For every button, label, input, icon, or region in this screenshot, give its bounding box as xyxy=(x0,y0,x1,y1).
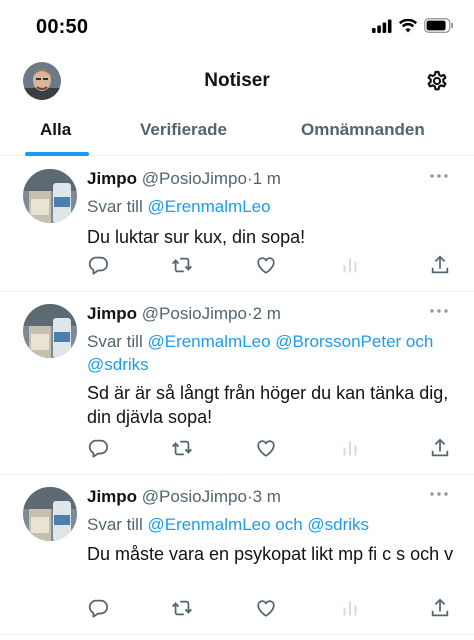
author-name[interactable]: Jimpo xyxy=(87,487,137,506)
share-icon[interactable] xyxy=(429,437,451,459)
reply-context: Svar till @ErenmalmLeo @BrorssonPeter oc… xyxy=(87,330,457,376)
reply-mention[interactable]: @ErenmalmLeo och @sdriks xyxy=(147,515,369,534)
notification-tabs: Alla Verifierade Omnämnanden xyxy=(0,106,474,156)
gear-icon[interactable] xyxy=(424,68,450,94)
tab-mentions[interactable]: Omnämnanden xyxy=(301,120,425,140)
reply-prefix: Svar till xyxy=(87,332,143,351)
page-title: Notiser xyxy=(204,70,270,91)
status-icons xyxy=(372,18,454,33)
views-icon[interactable] xyxy=(339,437,361,459)
tweet-text: Du luktar sur kux, din sopa! xyxy=(87,227,306,247)
tweet-actions xyxy=(87,254,455,278)
retweet-icon[interactable] xyxy=(171,597,193,619)
tweet[interactable]: Jimpo @PosioJimpo·2 m Svar till @Erenmal… xyxy=(0,292,474,475)
reply-context: Svar till @ErenmalmLeo xyxy=(87,195,457,218)
retweet-icon[interactable] xyxy=(171,254,193,276)
reply-icon[interactable] xyxy=(87,254,109,276)
reply-icon[interactable] xyxy=(87,437,109,459)
tweet[interactable]: Jimpo @PosioJimpo·3 m Svar till @Erenmal… xyxy=(0,475,474,635)
notification-feed: Jimpo @PosioJimpo·1 m Svar till @Erenmal… xyxy=(0,157,474,635)
tweet-actions xyxy=(87,597,455,621)
header: Notiser xyxy=(0,56,474,106)
tweet-header: Jimpo @PosioJimpo·2 m xyxy=(87,304,281,324)
tweet-header: Jimpo @PosioJimpo·1 m xyxy=(87,169,281,189)
signal-icon xyxy=(372,19,392,33)
tweet-text: Sd är är så långt från höger du kan tänk… xyxy=(87,383,449,427)
author-handle[interactable]: @PosioJimpo xyxy=(142,304,247,323)
views-icon[interactable] xyxy=(339,254,361,276)
author-name[interactable]: Jimpo xyxy=(87,304,137,323)
tweet-text: Du måste vara en psykopat likt mp fi c s… xyxy=(87,544,454,564)
share-icon[interactable] xyxy=(429,597,451,619)
tab-verified[interactable]: Verifierade xyxy=(140,120,227,140)
tweet-time[interactable]: 3 m xyxy=(253,487,281,506)
more-icon[interactable] xyxy=(428,487,450,501)
author-handle[interactable]: @PosioJimpo xyxy=(142,487,247,506)
tweet-header: Jimpo @PosioJimpo·3 m xyxy=(87,487,281,507)
like-icon[interactable] xyxy=(255,437,277,459)
more-icon[interactable] xyxy=(428,169,450,183)
reply-context: Svar till @ErenmalmLeo och @sdriks xyxy=(87,513,457,536)
avatar[interactable] xyxy=(23,487,77,541)
like-icon[interactable] xyxy=(255,254,277,276)
reply-mention[interactable]: @ErenmalmLeo xyxy=(147,197,270,216)
more-icon[interactable] xyxy=(428,304,450,318)
status-time: 00:50 xyxy=(36,16,89,38)
tweet-time[interactable]: 2 m xyxy=(253,304,281,323)
share-icon[interactable] xyxy=(429,254,451,276)
avatar[interactable] xyxy=(23,304,77,358)
tweet-time[interactable]: 1 m xyxy=(253,169,281,188)
reply-icon[interactable] xyxy=(87,597,109,619)
reply-prefix: Svar till xyxy=(87,515,143,534)
tweet-actions xyxy=(87,437,455,461)
status-bar: 00:50 xyxy=(0,0,474,56)
tweet[interactable]: Jimpo @PosioJimpo·1 m Svar till @Erenmal… xyxy=(0,157,474,292)
like-icon[interactable] xyxy=(255,597,277,619)
reply-prefix: Svar till xyxy=(87,197,143,216)
views-icon[interactable] xyxy=(339,597,361,619)
tab-all[interactable]: Alla xyxy=(40,120,71,140)
avatar[interactable] xyxy=(23,169,77,223)
author-name[interactable]: Jimpo xyxy=(87,169,137,188)
wifi-icon xyxy=(399,18,417,33)
author-handle[interactable]: @PosioJimpo xyxy=(142,169,247,188)
active-tab-indicator xyxy=(25,152,89,156)
battery-icon xyxy=(424,18,454,33)
retweet-icon[interactable] xyxy=(171,437,193,459)
